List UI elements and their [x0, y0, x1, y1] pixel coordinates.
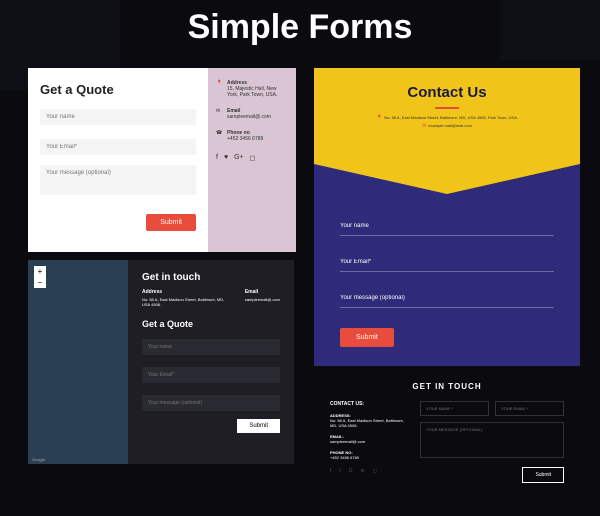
gplus-icon[interactable]: G: [349, 468, 353, 474]
email-label: Email: [245, 289, 280, 295]
gplus-icon[interactable]: G+: [234, 154, 244, 162]
facebook-icon[interactable]: f: [330, 468, 331, 474]
map-attribution: Google: [32, 457, 45, 462]
zoom-in-button[interactable]: +: [34, 266, 46, 277]
message-input[interactable]: [420, 422, 564, 458]
address-text: No: 58 A, East Madison Street, Baltimore…: [142, 297, 224, 307]
address-text: No: 58 A, East Madison Street, Baltimore…: [384, 115, 518, 120]
email-text: sampleemail@.com: [330, 439, 365, 444]
location-icon: 📍: [376, 115, 382, 121]
getintouch-title: GET IN TOUCH: [330, 382, 564, 391]
address-text: No: 58 A, East Madison Street, Baltimore…: [330, 418, 404, 428]
twitter-icon[interactable]: t: [339, 468, 340, 474]
twitter-icon[interactable]: ♥: [224, 154, 228, 162]
quote-card: Get a Quote Submit 📍Address15, Majestic …: [28, 68, 296, 252]
zoom-out-button[interactable]: −: [34, 277, 46, 288]
email-input[interactable]: [495, 401, 564, 416]
email-text: example.mail@mail.com: [428, 123, 472, 128]
submit-button[interactable]: Submit: [522, 467, 564, 483]
message-input[interactable]: [40, 165, 196, 195]
submit-button[interactable]: Submit: [340, 328, 394, 347]
message-input[interactable]: [142, 395, 280, 411]
name-input[interactable]: [340, 217, 554, 236]
instagram-icon[interactable]: ◻: [250, 154, 256, 162]
email-input[interactable]: [40, 139, 196, 155]
name-input[interactable]: [420, 401, 489, 416]
touch-title: Get in touch: [142, 272, 280, 283]
name-input[interactable]: [142, 339, 280, 355]
submit-button[interactable]: Submit: [146, 214, 196, 231]
email-input[interactable]: [142, 367, 280, 383]
contact-title: Contact Us: [314, 84, 580, 101]
quote-title: Get a Quote: [40, 82, 196, 97]
mail-icon: ✉: [216, 108, 223, 115]
mail-icon: ✉: [422, 123, 426, 129]
phone-text: +452 3456 6789: [330, 455, 359, 460]
message-input[interactable]: [340, 289, 554, 308]
email-input[interactable]: [340, 253, 554, 272]
instagram-icon[interactable]: ◻: [373, 468, 377, 474]
address-text: 15, Majestic Hall, New York, Park Town, …: [227, 86, 288, 98]
address-label: Address: [142, 289, 231, 295]
quote-subtitle: Get a Quote: [142, 319, 280, 329]
getintouch-card: GET IN TOUCH CONTACT US: ADDRESS: No: 58…: [314, 372, 580, 512]
name-input[interactable]: [40, 109, 196, 125]
email-text: sampleemail@.com: [227, 114, 271, 120]
contact-card: Contact Us 📍No: 58 A, East Madison Stree…: [314, 68, 580, 366]
email-text: sampleemail@.com: [245, 297, 280, 302]
linkedin-icon[interactable]: in: [361, 468, 365, 474]
submit-button[interactable]: Submit: [237, 419, 280, 433]
map[interactable]: + − Google: [28, 260, 128, 464]
page-title: Simple Forms: [0, 8, 600, 47]
facebook-icon[interactable]: f: [216, 154, 218, 162]
contact-label: CONTACT US:: [330, 401, 406, 407]
phone-text: +452 3456 6789: [227, 136, 263, 142]
phone-icon: ☎: [216, 130, 223, 137]
location-icon: 📍: [216, 80, 223, 87]
touch-card: + − Google Get in touch Address No: 58 A,…: [28, 260, 294, 464]
